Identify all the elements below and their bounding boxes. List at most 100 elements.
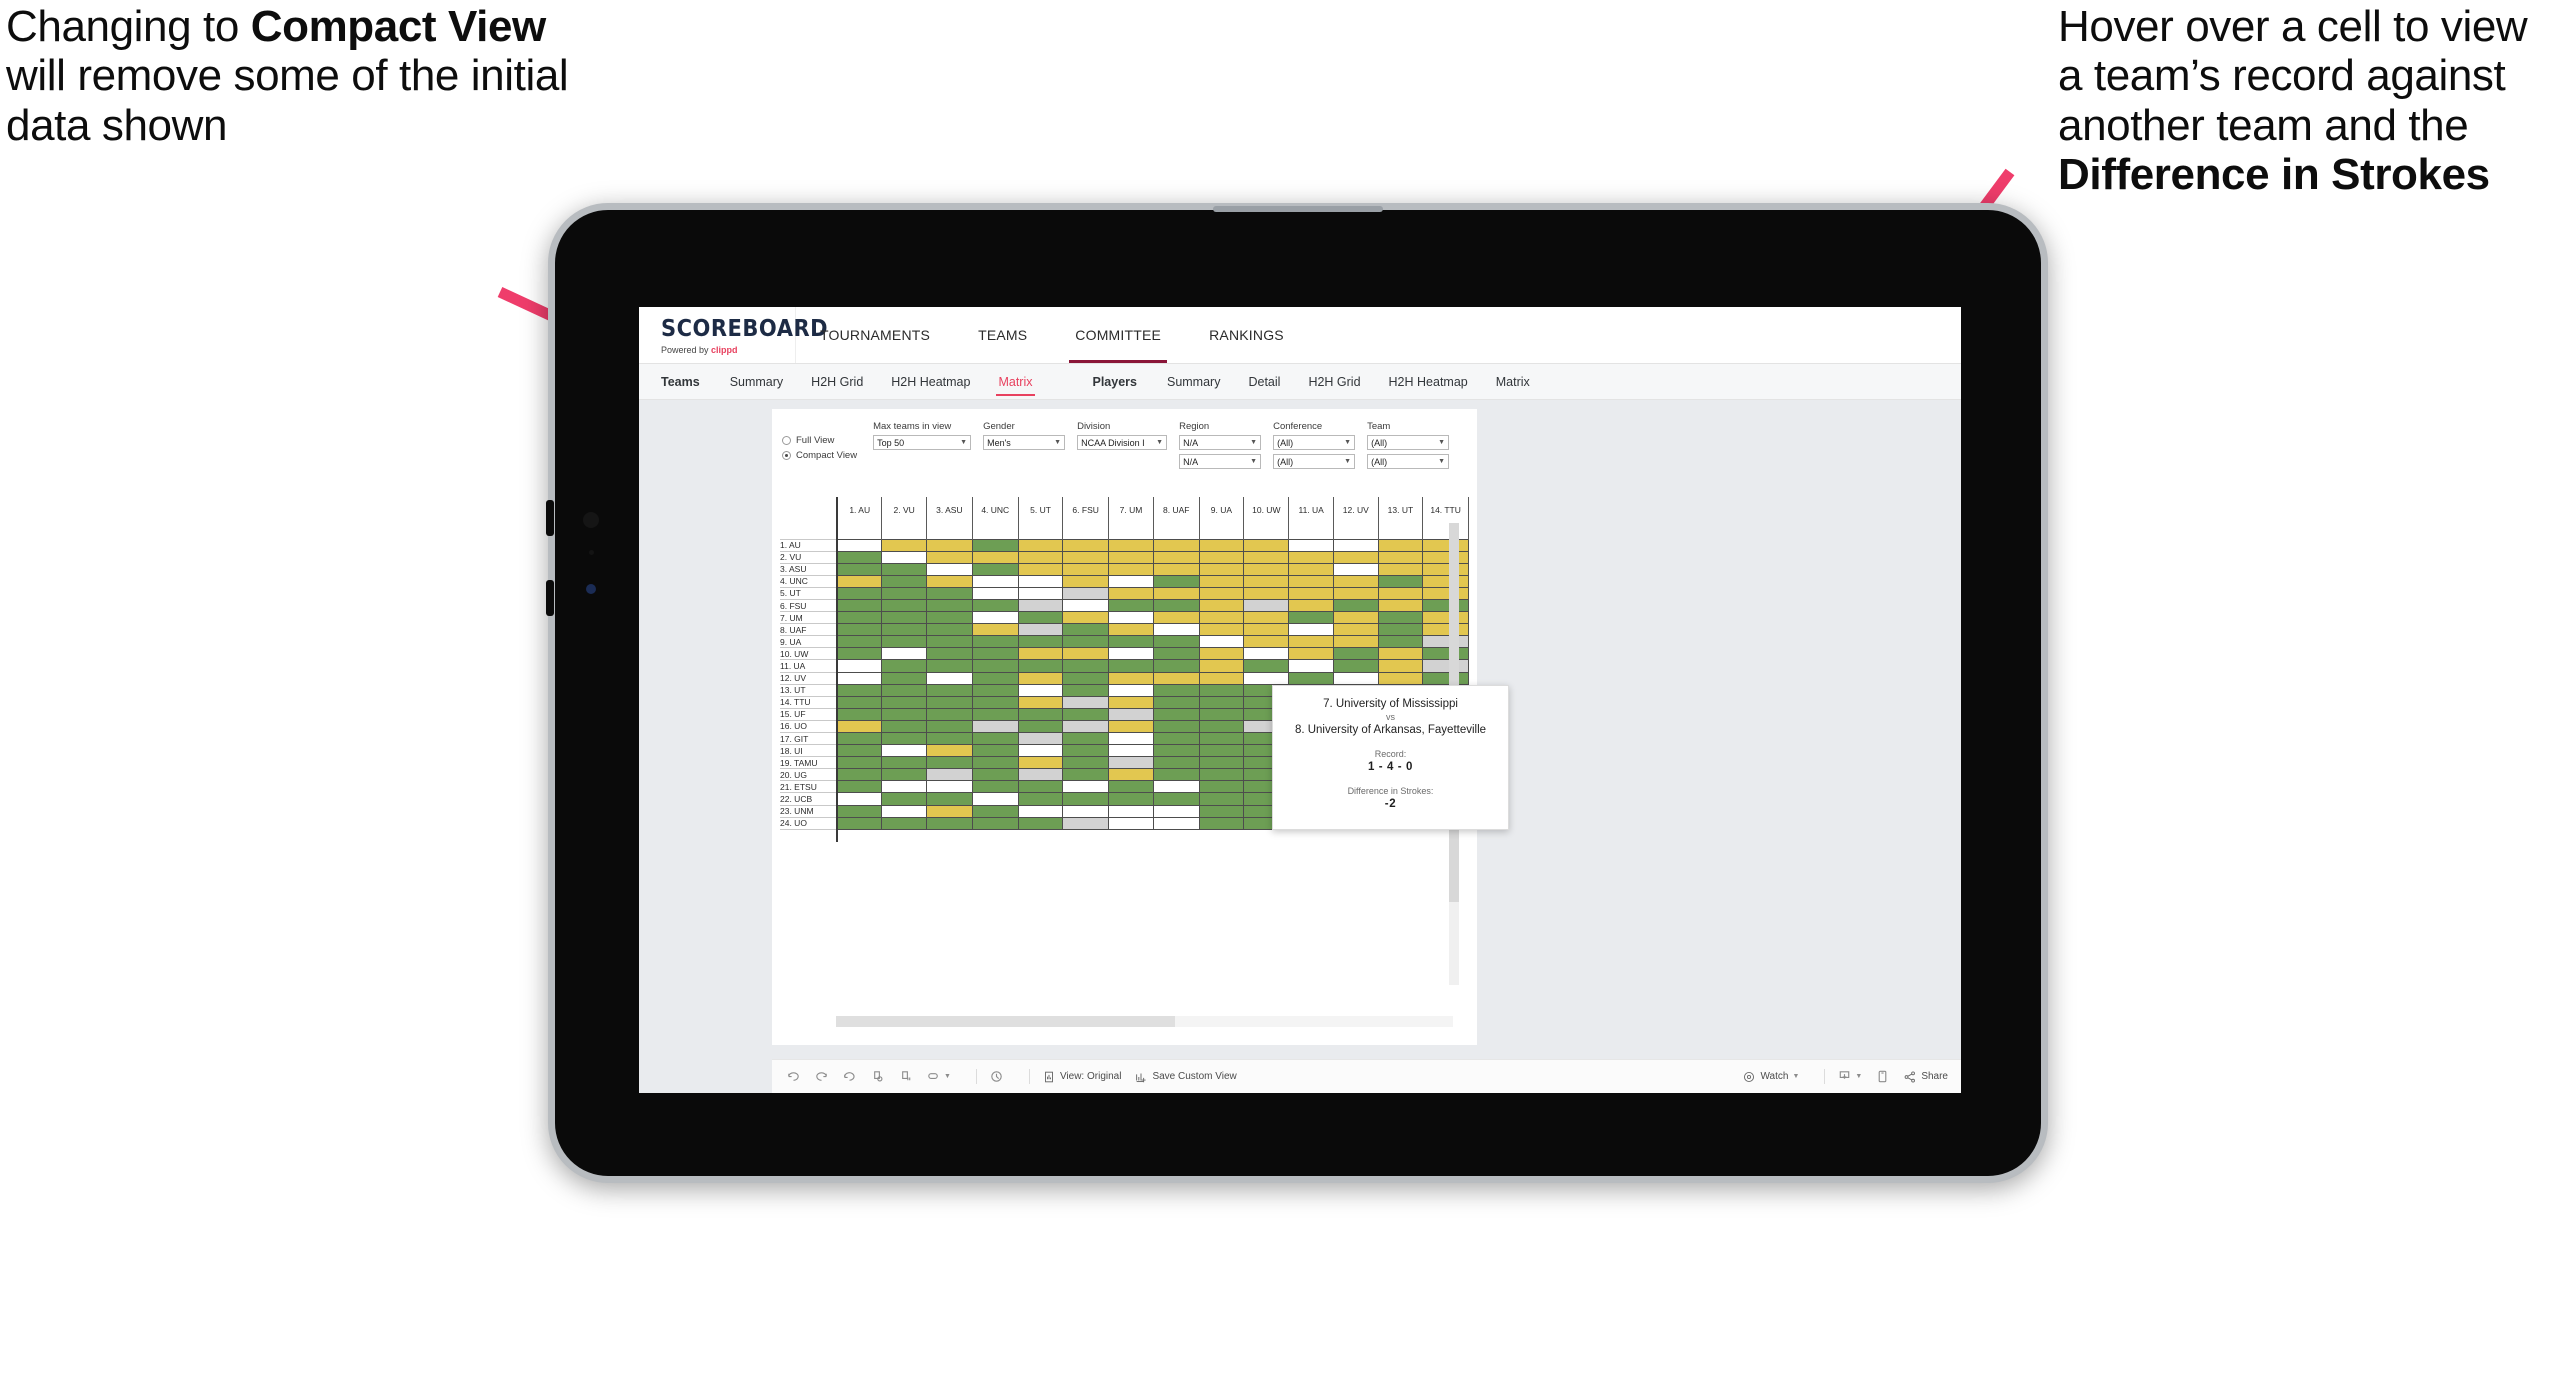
save-custom-view-button[interactable]: Save Custom View	[1134, 1070, 1237, 1084]
matrix-cell[interactable]	[925, 792, 973, 806]
revert-icon[interactable]	[842, 1069, 857, 1084]
matrix-cell[interactable]	[1017, 768, 1064, 782]
matrix-cell[interactable]	[881, 719, 927, 734]
table-row[interactable]: 2. VU	[780, 550, 1469, 564]
matrix-cell[interactable]	[1108, 768, 1154, 782]
matrix-cell[interactable]	[971, 611, 1019, 625]
matrix-cell[interactable]	[1108, 623, 1154, 637]
matrix-cell[interactable]	[1062, 768, 1109, 782]
subnav-players-summary[interactable]: Summary	[1153, 364, 1234, 400]
matrix-cell[interactable]	[1108, 695, 1154, 709]
matrix-cell[interactable]	[836, 574, 883, 588]
matrix-cell[interactable]	[971, 635, 1019, 649]
view-original-button[interactable]: View: Original	[1042, 1070, 1121, 1084]
matrix-cell[interactable]	[1062, 744, 1109, 758]
horizontal-scrollbar-thumb[interactable]	[836, 1016, 1176, 1027]
matrix-cell[interactable]	[1017, 731, 1064, 746]
matrix-cell[interactable]	[1152, 586, 1200, 600]
subnav-teams-h2h-grid[interactable]: H2H Grid	[797, 364, 877, 400]
matrix-cell[interactable]	[1152, 538, 1200, 552]
matrix-cell[interactable]	[1062, 719, 1109, 734]
subnav-players-h2h-heatmap[interactable]: H2H Heatmap	[1375, 364, 1482, 400]
matrix-cell[interactable]	[881, 804, 927, 818]
matrix-cell[interactable]	[1062, 647, 1109, 661]
matrix-cell[interactable]	[1062, 659, 1109, 673]
matrix-cell[interactable]	[836, 695, 883, 709]
matrix-cell[interactable]	[1198, 780, 1245, 794]
matrix-cell[interactable]	[1152, 550, 1200, 564]
matrix-cell[interactable]	[925, 647, 973, 661]
matrix-cell[interactable]	[1377, 647, 1424, 661]
matrix-cell[interactable]	[1377, 538, 1424, 552]
matrix-cell[interactable]	[1062, 695, 1109, 709]
matrix-cell[interactable]	[1108, 550, 1154, 564]
matrix-cell[interactable]	[881, 744, 927, 758]
matrix-cell[interactable]	[1198, 707, 1245, 721]
matrix-cell[interactable]	[971, 623, 1019, 637]
matrix-cell[interactable]	[971, 647, 1019, 661]
matrix-cell[interactable]	[836, 731, 883, 746]
matrix-cell[interactable]	[1108, 744, 1154, 758]
matrix-col-header[interactable]: 12. UV	[1332, 497, 1379, 522]
radio-compact-view-icon[interactable]	[782, 451, 791, 460]
matrix-cell[interactable]	[1017, 719, 1064, 734]
matrix-cell[interactable]	[836, 647, 883, 661]
matrix-row-header[interactable]: 16. UO	[780, 719, 838, 734]
device-preview-icon[interactable]	[1875, 1069, 1890, 1084]
matrix-cell[interactable]	[1332, 550, 1379, 564]
matrix-cell[interactable]	[1332, 647, 1379, 661]
matrix-cell[interactable]	[1108, 804, 1154, 818]
matrix-cell[interactable]	[1017, 623, 1064, 637]
matrix-cell[interactable]	[1017, 598, 1064, 613]
table-row[interactable]: 10. UW	[780, 647, 1469, 661]
matrix-row-header[interactable]: 20. UG	[780, 768, 838, 782]
matrix-row-header[interactable]: 1. AU	[780, 538, 838, 552]
matrix-cell[interactable]	[881, 683, 927, 697]
matrix-cell[interactable]	[836, 671, 883, 685]
matrix-cell[interactable]	[1422, 598, 1469, 613]
matrix-cell[interactable]	[1108, 586, 1154, 600]
matrix-row-header[interactable]: 5. UT	[780, 586, 838, 600]
matrix-cell[interactable]	[1377, 586, 1424, 600]
matrix-cell[interactable]	[1243, 647, 1290, 661]
matrix-cell[interactable]	[1062, 635, 1109, 649]
matrix-cell[interactable]	[1377, 598, 1424, 613]
matrix-col-header[interactable]: 10. UW	[1243, 497, 1290, 522]
matrix-cell[interactable]	[1017, 756, 1064, 770]
matrix-cell[interactable]	[971, 792, 1019, 806]
filter-conference-select-2[interactable]: (All) ▼	[1273, 454, 1356, 469]
matrix-cell[interactable]	[1017, 683, 1064, 697]
matrix-cell[interactable]	[971, 574, 1019, 588]
matrix-cell[interactable]	[836, 659, 883, 673]
matrix-cell[interactable]	[1062, 623, 1109, 637]
matrix-cell[interactable]	[1017, 659, 1064, 673]
matrix-cell[interactable]	[1152, 695, 1200, 709]
matrix-cell[interactable]	[1062, 671, 1109, 685]
matrix-cell[interactable]	[925, 719, 973, 734]
filter-team-select-1[interactable]: (All) ▼	[1367, 435, 1450, 450]
matrix-cell[interactable]	[1062, 804, 1109, 818]
matrix-col-header[interactable]: 5. UT	[1017, 497, 1064, 522]
matrix-cell[interactable]	[1017, 586, 1064, 600]
matrix-cell[interactable]	[1422, 611, 1469, 625]
matrix-cell[interactable]	[971, 671, 1019, 685]
matrix-cell[interactable]	[881, 707, 927, 721]
matrix-cell[interactable]	[1288, 562, 1334, 576]
matrix-row-header[interactable]: 12. UV	[780, 671, 838, 685]
matrix-cell[interactable]	[1152, 768, 1200, 782]
matrix-cell[interactable]	[836, 780, 883, 794]
matrix-row-header[interactable]: 21. ETSU	[780, 780, 838, 794]
matrix-cell[interactable]	[925, 550, 973, 564]
matrix-cell[interactable]	[1422, 671, 1469, 685]
matrix-cell[interactable]	[925, 538, 973, 552]
matrix-cell[interactable]	[1198, 695, 1245, 709]
matrix-cell[interactable]	[881, 756, 927, 770]
matrix-cell[interactable]	[1198, 611, 1245, 625]
matrix-cell[interactable]	[836, 756, 883, 770]
matrix-cell[interactable]	[881, 671, 927, 685]
subnav-teams-head[interactable]: Teams	[661, 364, 716, 400]
matrix-cell[interactable]	[1198, 756, 1245, 770]
matrix-cell[interactable]	[1377, 611, 1424, 625]
matrix-cell[interactable]	[836, 586, 883, 600]
refresh-icon[interactable]	[870, 1069, 885, 1084]
